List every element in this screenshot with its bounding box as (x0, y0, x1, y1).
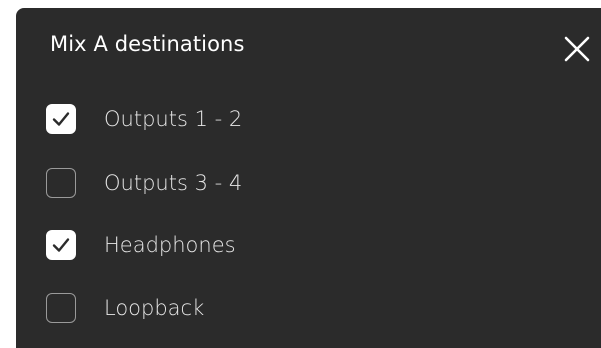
outputs-3-4-checkbox[interactable] (46, 168, 76, 198)
close-button[interactable] (562, 34, 592, 64)
loopback-label: Loopback (104, 296, 205, 320)
option-outputs-3-4[interactable]: Outputs 3 - 4 (46, 163, 242, 203)
checkmark-icon (52, 238, 70, 252)
checkmark-icon (52, 112, 70, 126)
outputs-1-2-checkbox[interactable] (46, 104, 76, 134)
headphones-checkbox[interactable] (46, 230, 76, 260)
close-icon (564, 36, 590, 62)
option-headphones[interactable]: Headphones (46, 225, 236, 265)
outputs-3-4-label: Outputs 3 - 4 (104, 171, 243, 195)
option-loopback[interactable]: Loopback (46, 288, 204, 328)
option-outputs-1-2[interactable]: Outputs 1 - 2 (46, 99, 242, 139)
headphones-label: Headphones (104, 233, 236, 257)
mix-destinations-dialog: Mix A destinations Outputs 1 - 2 Outputs… (16, 8, 601, 348)
loopback-checkbox[interactable] (46, 293, 76, 323)
dialog-title: Mix A destinations (50, 32, 245, 56)
outputs-1-2-label: Outputs 1 - 2 (104, 107, 243, 131)
